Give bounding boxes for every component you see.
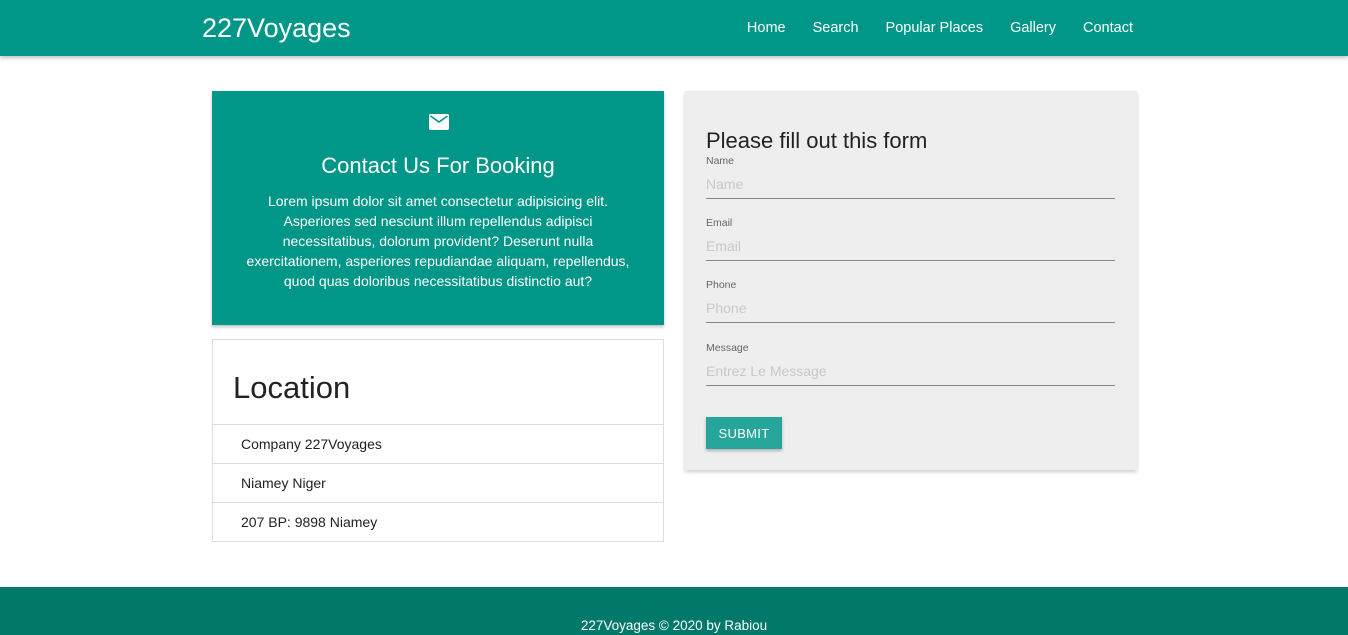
navbar: 227Voyages Home Search Popular Places Ga… xyxy=(0,0,1348,56)
location-item-address: 207 BP: 9898 Niamey xyxy=(213,502,663,541)
name-field-group: Name xyxy=(706,155,1115,203)
booking-description: Lorem ipsum dolor sit amet consectetur a… xyxy=(246,193,630,289)
email-label: Email xyxy=(706,217,733,229)
phone-field-group: Phone xyxy=(706,279,1115,327)
nav-link-home[interactable]: Home xyxy=(747,20,786,36)
nav-link-popular-places[interactable]: Popular Places xyxy=(886,20,984,36)
message-field-group: Message xyxy=(706,342,1115,390)
footer-copyright: 227Voyages © 2020 by Rabiou xyxy=(580,618,768,633)
location-item-company: Company 227Voyages xyxy=(213,424,663,463)
name-input[interactable] xyxy=(706,169,1115,199)
message-label: Message xyxy=(706,342,749,354)
brand-logo[interactable]: 227Voyages xyxy=(202,12,351,44)
contact-form: Please fill out this form Name Email Pho… xyxy=(685,91,1137,470)
email-field-group: Email xyxy=(706,217,1115,265)
phone-input[interactable] xyxy=(706,293,1115,323)
phone-label: Phone xyxy=(706,279,737,291)
form-title: Please fill out this form xyxy=(706,128,928,153)
booking-title: Contact Us For Booking xyxy=(321,153,555,178)
location-item-city: Niamey Niger xyxy=(213,463,663,502)
location-card: Location Company 227Voyages Niamey Niger… xyxy=(212,339,664,542)
name-label: Name xyxy=(706,155,735,167)
nav-link-gallery[interactable]: Gallery xyxy=(1010,20,1056,36)
location-title: Location xyxy=(233,370,351,405)
nav-link-search[interactable]: Search xyxy=(813,20,859,36)
mail-icon xyxy=(429,114,449,130)
email-input[interactable] xyxy=(706,231,1115,261)
submit-button[interactable]: SUBMIT xyxy=(706,417,782,449)
nav-links: Home Search Popular Places Gallery Conta… xyxy=(720,0,1133,56)
booking-card: Contact Us For Booking Lorem ipsum dolor… xyxy=(212,91,664,325)
nav-link-contact[interactable]: Contact xyxy=(1083,20,1133,36)
footer: 227Voyages © 2020 by Rabiou xyxy=(0,587,1348,635)
message-input[interactable] xyxy=(706,356,1115,386)
